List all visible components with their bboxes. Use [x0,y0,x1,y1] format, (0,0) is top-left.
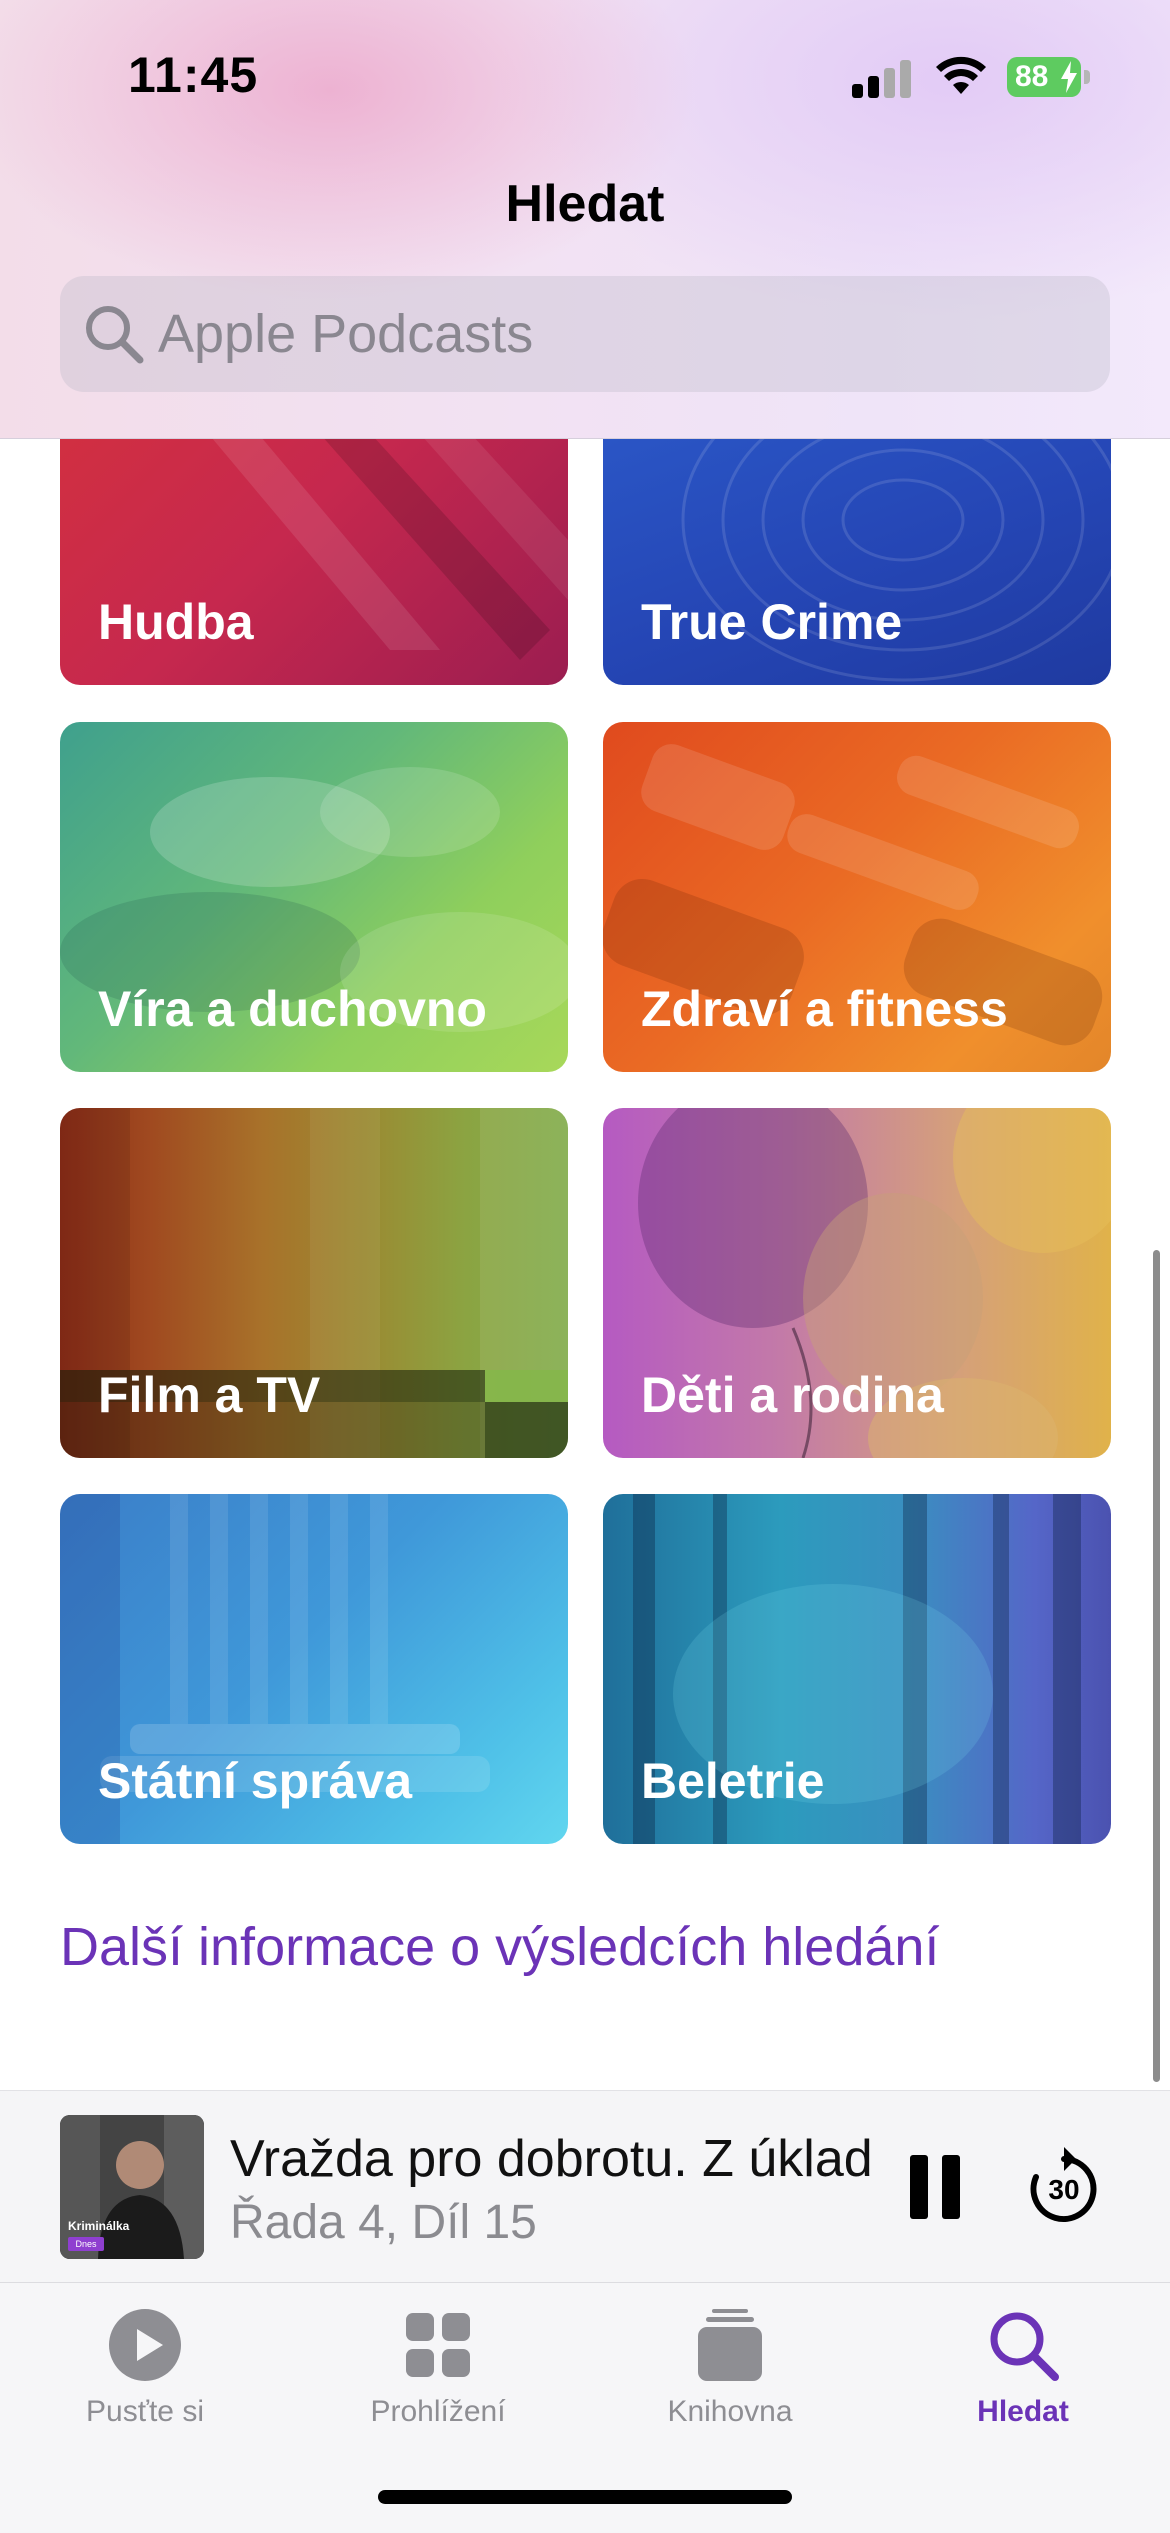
category-tile-true-crime[interactable]: True Crime [603,400,1111,685]
artwork-badge: Dnes [68,2237,104,2251]
category-tile-health-fitness[interactable]: Zdraví a fitness [603,722,1111,1072]
stack-icon [698,2309,762,2381]
episode-title: Vražda pro dobrotu. Z úklad [230,2130,873,2188]
category-tile-religion[interactable]: Víra a duchovno [60,722,568,1072]
scrollbar[interactable] [1153,1250,1160,2082]
tab-label: Knihovna [667,2395,793,2428]
status-time: 11:45 [128,47,259,103]
category-label: Zdraví a fitness [641,981,1008,1037]
category-label: Film a TV [98,1367,321,1423]
battery-level: 88 [1015,60,1049,93]
category-tile-kids-family[interactable]: Děti a rodina [603,1108,1111,1458]
category-label: Víra a duchovno [98,981,487,1037]
episode-subtitle: Řada 4, Díl 15 [230,2196,537,2249]
category-tile-fiction[interactable]: Beletrie [603,1494,1111,1844]
skip-forward-30-icon[interactable]: 30 [1024,2139,1104,2227]
episode-artwork[interactable]: Kriminálka Dnes [60,2115,204,2259]
tab-label: Hledat [977,2395,1069,2428]
search-icon [990,2312,1059,2381]
artwork-title: Kriminálka [68,2219,130,2233]
category-label: Beletrie [641,1753,825,1809]
category-label: Děti a rodina [641,1367,944,1423]
tab-library[interactable]: Knihovna [610,2307,850,2429]
header-bar: 11:45 88 Hledat [0,0,1170,439]
category-tile-film-tv[interactable]: Film a TV [60,1108,568,1458]
tab-label: Prohlížení [370,2395,506,2428]
tab-search[interactable]: Hledat [903,2307,1143,2429]
play-circle-icon [109,2309,181,2381]
search-field[interactable] [60,276,1110,392]
mini-player[interactable]: Kriminálka Dnes Vražda pro dobrotu. Z úk… [0,2090,1170,2283]
skip-seconds: 30 [1048,2174,1079,2205]
wifi-icon [936,56,986,94]
category-label: True Crime [641,594,903,650]
tab-label: Pusťte si [86,2395,204,2428]
search-icon [86,306,144,364]
tab-browse[interactable]: Prohlížení [318,2307,558,2429]
battery-cap [1084,70,1090,84]
grid-icon [406,2313,470,2377]
category-tile-government[interactable]: Státní správa [60,1494,568,1844]
home-indicator[interactable] [378,2490,792,2504]
cellular-signal-icon [852,58,914,98]
category-label: Hudba [98,594,254,650]
tab-listen-now[interactable]: Pusťte si [25,2307,265,2429]
search-info-link[interactable]: Další informace o výsledcích hledání [60,1916,939,1978]
page-title: Hledat [505,175,665,233]
pause-button[interactable] [910,2155,962,2219]
battery-icon: 88 [1007,57,1081,97]
category-tile-music[interactable]: Hudba [60,400,568,685]
category-label: Státní správa [98,1753,413,1809]
search-input[interactable] [158,276,1058,392]
